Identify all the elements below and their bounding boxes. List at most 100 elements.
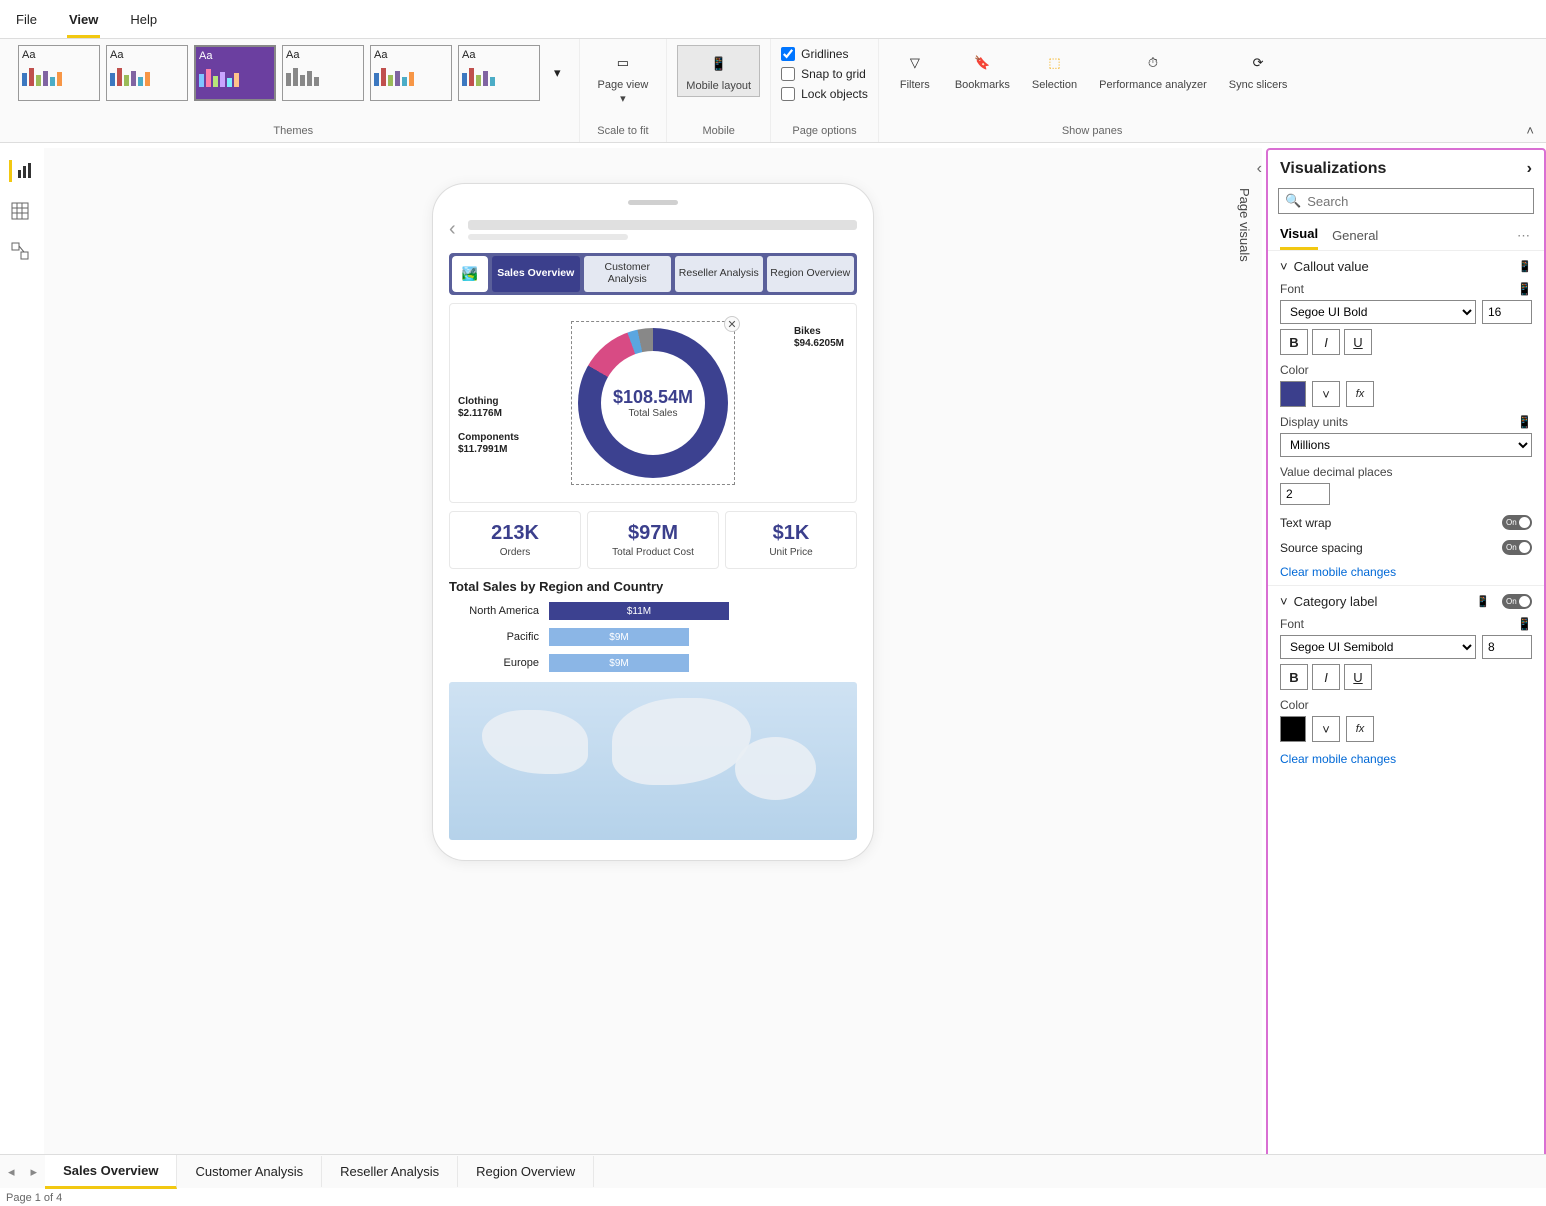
italic-button[interactable]: I — [1312, 329, 1340, 355]
page-view-button[interactable]: ▭ Page view ▾ — [590, 45, 657, 109]
search-icon: 🔍 — [1285, 193, 1301, 209]
cat-color-dropdown[interactable]: ˅ — [1312, 716, 1340, 742]
theme-swatch-6[interactable]: Aa — [458, 45, 540, 101]
bar-value: $9M — [549, 628, 689, 646]
close-visual-icon[interactable]: ✕ — [724, 316, 740, 332]
ribbon-panes-group: ▽Filters 🔖Bookmarks ⬚Selection ⏱Performa… — [879, 39, 1306, 142]
phone-notch — [628, 200, 678, 205]
bookmarks-pane-button[interactable]: 🔖Bookmarks — [947, 45, 1018, 95]
menubar: File View Help — [0, 0, 1546, 39]
kpi-orders[interactable]: 213KOrders — [449, 511, 581, 569]
category-label-header[interactable]: ˅ Category label 📱 On — [1280, 594, 1532, 609]
ribbon-mobile-label: Mobile — [703, 125, 735, 140]
color-dropdown[interactable]: ˅ — [1312, 381, 1340, 407]
viz-search-input[interactable] — [1307, 194, 1527, 209]
ribbon-collapse-icon[interactable]: ˄ — [1526, 123, 1534, 138]
clear-mobile-changes-link[interactable]: Clear mobile changes — [1280, 565, 1532, 579]
theme-swatch-3[interactable]: Aa — [194, 45, 276, 101]
viz-tab-visual[interactable]: Visual — [1280, 222, 1318, 250]
theme-swatch-2[interactable]: Aa — [106, 45, 188, 101]
fx-button[interactable]: fx — [1346, 381, 1374, 407]
source-spacing-toggle[interactable]: On — [1502, 540, 1532, 555]
section-callout-value: ˅ Callout value 📱 Font📱 Segoe UI Bold B … — [1268, 250, 1544, 585]
donut-visual[interactable]: Bikes$94.6205M Clothing$2.1176M Componen… — [449, 303, 857, 503]
mobile-icon: 📱 — [705, 50, 733, 78]
tab-region-overview[interactable]: Region Overview — [767, 256, 855, 292]
text-wrap-toggle[interactable]: On — [1502, 515, 1532, 530]
themes-dropdown[interactable]: ▾ — [546, 61, 569, 85]
decimals-input[interactable] — [1280, 483, 1330, 505]
page-next-icon[interactable]: ▸ — [23, 1164, 46, 1180]
back-icon[interactable]: ‹ — [449, 218, 456, 241]
kpi-cost[interactable]: $97MTotal Product Cost — [587, 511, 719, 569]
viz-search[interactable]: 🔍 — [1278, 188, 1534, 214]
category-label-toggle[interactable]: On — [1502, 594, 1532, 609]
donut-label-clothing: Clothing$2.1176M — [458, 396, 502, 420]
tab-sales-overview[interactable]: Sales Overview — [492, 256, 580, 292]
report-logo-icon: 🏞️ — [452, 256, 488, 292]
bar-row[interactable]: North America $11M — [449, 602, 857, 620]
selection-pane-button[interactable]: ⬚Selection — [1024, 45, 1085, 95]
page-tabs: ◂ ▸ Sales Overview Customer Analysis Res… — [0, 1154, 1546, 1188]
cat-fx-button[interactable]: fx — [1346, 716, 1374, 742]
tab-reseller-analysis[interactable]: Reseller Analysis — [675, 256, 763, 292]
nav-report-icon[interactable] — [9, 160, 31, 182]
ribbon-panes-label: Show panes — [1062, 125, 1123, 140]
cat-font-size-input[interactable] — [1482, 635, 1532, 659]
cat-bold-button[interactable]: B — [1280, 664, 1308, 690]
filters-pane-button[interactable]: ▽Filters — [889, 45, 941, 95]
cat-italic-button[interactable]: I — [1312, 664, 1340, 690]
page-prev-icon[interactable]: ◂ — [0, 1164, 23, 1180]
ribbon-pageopt-label: Page options — [792, 125, 856, 140]
theme-swatch-4[interactable]: Aa — [282, 45, 364, 101]
section-category-label: ˅ Category label 📱 On Font📱 Segoe UI Sem… — [1268, 585, 1544, 772]
chevron-down-icon: ˅ — [1280, 594, 1288, 609]
page-tab-customer-analysis[interactable]: Customer Analysis — [177, 1156, 322, 1187]
panel-collapse-icon[interactable]: ‹ — [1257, 160, 1262, 178]
page-tab-region-overview[interactable]: Region Overview — [458, 1156, 594, 1187]
callout-value-header[interactable]: ˅ Callout value 📱 — [1280, 259, 1532, 274]
bar-chart-title: Total Sales by Region and Country — [449, 579, 857, 594]
perf-pane-button[interactable]: ⏱Performance analyzer — [1091, 45, 1215, 95]
mobile-override-icon: 📱 — [1476, 595, 1490, 608]
cat-font-select[interactable]: Segoe UI Semibold — [1280, 635, 1476, 659]
font-family-select[interactable]: Segoe UI Bold — [1280, 300, 1476, 324]
nav-model-icon[interactable] — [9, 240, 31, 262]
theme-swatch-1[interactable]: Aa — [18, 45, 100, 101]
page-tab-reseller-analysis[interactable]: Reseller Analysis — [322, 1156, 458, 1187]
bold-button[interactable]: B — [1280, 329, 1308, 355]
viz-more-icon[interactable]: ⋯ — [1517, 228, 1532, 244]
font-size-input[interactable] — [1482, 300, 1532, 324]
display-units-select[interactable]: Millions — [1280, 433, 1532, 457]
mobile-layout-button[interactable]: 📱 Mobile layout — [677, 45, 760, 97]
bar-row[interactable]: Europe$9M — [449, 654, 857, 672]
kpi-unit-price[interactable]: $1KUnit Price — [725, 511, 857, 569]
theme-swatch-5[interactable]: Aa — [370, 45, 452, 101]
lock-check[interactable]: Lock objects — [781, 85, 868, 103]
cat-color-swatch[interactable] — [1280, 716, 1306, 742]
clear-mobile-changes-link-2[interactable]: Clear mobile changes — [1280, 752, 1532, 766]
bar-row[interactable]: Pacific$9M — [449, 628, 857, 646]
donut-center-label: Total Sales — [629, 408, 678, 419]
bar-label: North America — [449, 605, 539, 617]
nav-data-icon[interactable] — [9, 200, 31, 222]
gridlines-check[interactable]: Gridlines — [781, 45, 868, 63]
sync-pane-button[interactable]: ⟳Sync slicers — [1221, 45, 1296, 95]
viz-panel-expand-icon[interactable]: › — [1527, 160, 1532, 178]
bookmark-icon: 🔖 — [968, 49, 996, 77]
menu-view[interactable]: View — [67, 6, 100, 38]
bar-value: $11M — [549, 602, 729, 620]
page-visuals-tab[interactable]: Page visuals — [1237, 188, 1252, 262]
snap-check[interactable]: Snap to grid — [781, 65, 868, 83]
viz-tab-general[interactable]: General — [1332, 224, 1378, 249]
menu-file[interactable]: File — [14, 6, 39, 38]
page-tab-sales-overview[interactable]: Sales Overview — [45, 1155, 177, 1189]
color-swatch[interactable] — [1280, 381, 1306, 407]
underline-button[interactable]: U — [1344, 329, 1372, 355]
mobile-override-icon: 📱 — [1517, 415, 1532, 429]
cat-underline-button[interactable]: U — [1344, 664, 1372, 690]
donut-selection-box[interactable]: ✕ $108.54M Total Sales — [571, 321, 735, 485]
menu-help[interactable]: Help — [128, 6, 159, 38]
tab-customer-analysis[interactable]: Customer Analysis — [584, 256, 672, 292]
map-visual[interactable] — [449, 682, 857, 840]
